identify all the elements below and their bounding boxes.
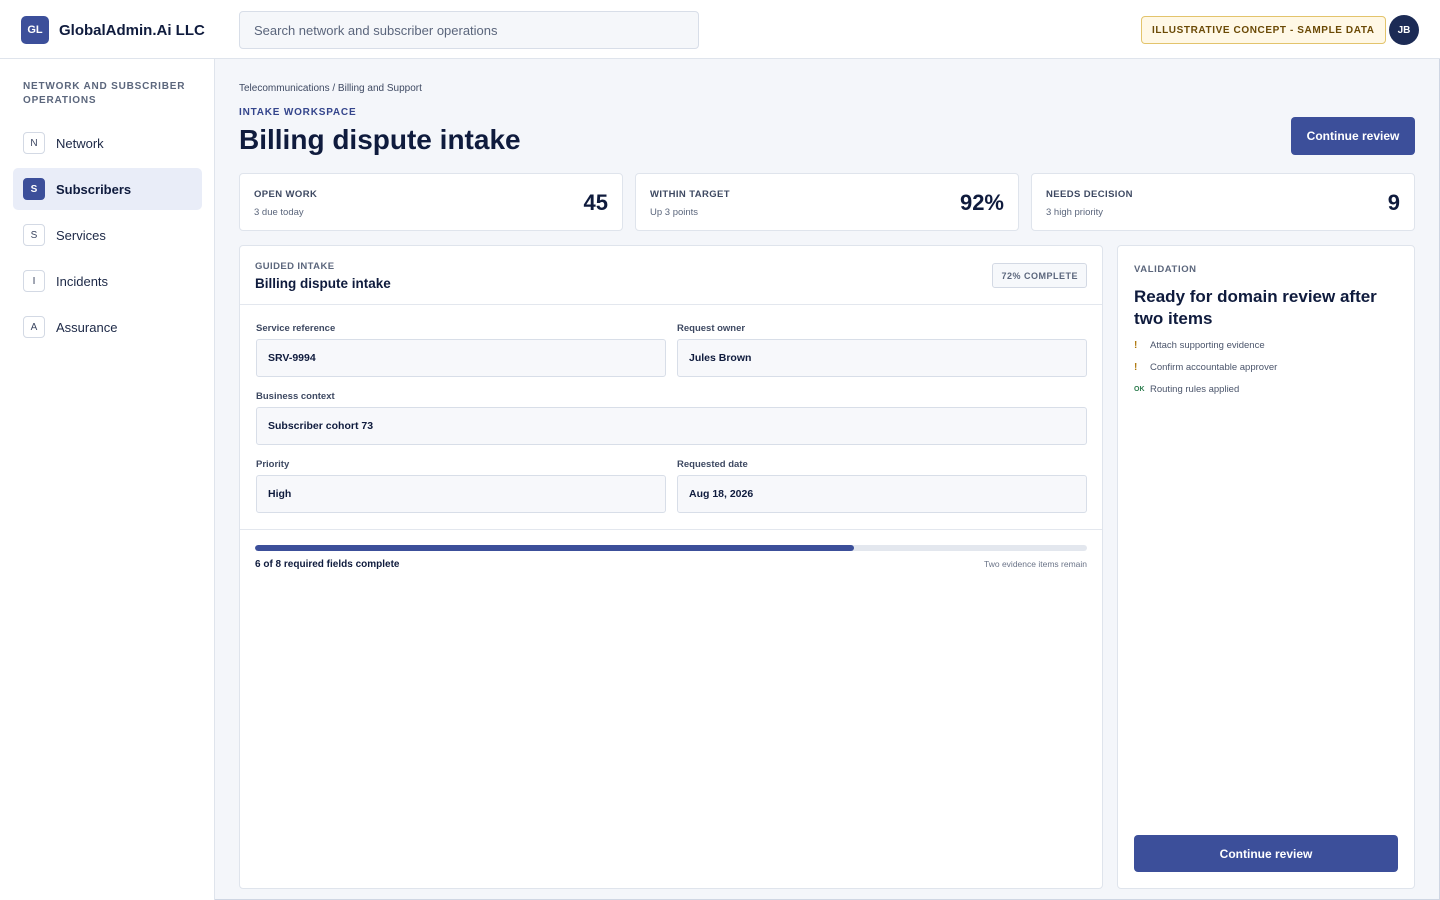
search-input[interactable] bbox=[239, 11, 699, 49]
request-owner-label: Request owner bbox=[677, 323, 746, 334]
check-item: OK Routing rules applied bbox=[1134, 384, 1239, 395]
breadcrumb: Telecommunications / Billing and Support bbox=[239, 83, 422, 94]
sidebar-item-label: Subscribers bbox=[56, 181, 132, 197]
progress-note: Two evidence items remain bbox=[984, 559, 1087, 569]
sidebar-item-label: Incidents bbox=[56, 273, 109, 289]
requested-date-field[interactable] bbox=[677, 475, 1087, 513]
sidebar-item-label: Services bbox=[56, 227, 106, 243]
subscribers-icon: S bbox=[23, 178, 45, 200]
check-label: Confirm accountable approver bbox=[1150, 362, 1278, 373]
sidebar-item-subscribers[interactable]: S Subscribers bbox=[13, 168, 202, 210]
stat-subtext: 3 due today bbox=[254, 207, 304, 218]
business-context-field[interactable] bbox=[256, 407, 1087, 445]
services-icon: S bbox=[23, 224, 45, 246]
concept-badge: ILLUSTRATIVE CONCEPT - SAMPLE DATA bbox=[1141, 16, 1386, 44]
sidebar-heading: NETWORK AND SUBSCRIBER OPERATIONS bbox=[23, 81, 186, 106]
check-item: ! Confirm accountable approver bbox=[1134, 362, 1277, 373]
progress-fill bbox=[255, 545, 855, 551]
warning-icon: ! bbox=[1134, 340, 1138, 351]
page-title: Billing dispute intake bbox=[239, 124, 521, 155]
check-label: Routing rules applied bbox=[1150, 384, 1240, 395]
business-context-label: Business context bbox=[256, 391, 335, 402]
continue-review-button[interactable]: Continue review bbox=[1291, 117, 1415, 155]
stat-card-needs-decision: NEEDS DECISION 3 high priority 9 bbox=[1031, 173, 1415, 231]
avatar[interactable]: JB bbox=[1389, 15, 1419, 45]
validation-title: Ready for domain review after two items bbox=[1134, 287, 1377, 328]
sidebar-item-assurance[interactable]: A Assurance bbox=[13, 306, 202, 348]
assurance-icon: A bbox=[23, 316, 45, 338]
stat-value: 45 bbox=[583, 190, 608, 215]
request-owner-field[interactable] bbox=[677, 339, 1087, 377]
stat-card-within-target: WITHIN TARGET Up 3 points 92% bbox=[635, 173, 1019, 231]
continue-review-button[interactable]: Continue review bbox=[1134, 835, 1398, 872]
priority-label: Priority bbox=[256, 459, 290, 470]
brand[interactable]: GL GlobalAdmin.Ai LLC bbox=[21, 16, 205, 44]
divider bbox=[240, 529, 1102, 530]
stat-label: NEEDS DECISION bbox=[1046, 189, 1133, 200]
progress-bar bbox=[255, 545, 1087, 551]
stat-label: WITHIN TARGET bbox=[650, 189, 730, 200]
warning-icon: ! bbox=[1134, 362, 1138, 373]
stat-value: 92% bbox=[959, 190, 1004, 215]
sidebar-item-label: Network bbox=[56, 135, 104, 151]
validation-panel: VALIDATION Ready for domain review after… bbox=[1117, 245, 1415, 889]
sidebar-item-incidents[interactable]: I Incidents bbox=[13, 260, 202, 302]
brand-logo: GL bbox=[21, 16, 49, 44]
service-reference-label: Service reference bbox=[256, 323, 336, 334]
check-label: Attach supporting evidence bbox=[1150, 340, 1265, 351]
intake-header: GUIDED INTAKE Billing dispute intake 72%… bbox=[240, 246, 1102, 305]
requested-date-label: Requested date bbox=[677, 459, 748, 470]
ok-icon: OK bbox=[1134, 386, 1145, 393]
top-bar: GL GlobalAdmin.Ai LLC ILLUSTRATIVE CONCE… bbox=[0, 0, 1440, 59]
page-eyebrow: INTAKE WORKSPACE bbox=[239, 107, 357, 118]
sidebar-item-services[interactable]: S Services bbox=[13, 214, 202, 256]
intake-title: Billing dispute intake bbox=[255, 276, 391, 291]
priority-field[interactable] bbox=[256, 475, 666, 513]
completion-badge: 72% COMPLETE bbox=[992, 263, 1087, 288]
sidebar: NETWORK AND SUBSCRIBER OPERATIONS N Netw… bbox=[0, 59, 215, 900]
stat-value: 9 bbox=[1387, 190, 1400, 215]
intake-eyebrow: GUIDED INTAKE bbox=[255, 261, 335, 272]
stat-subtext: 3 high priority bbox=[1046, 207, 1104, 218]
sidebar-item-network[interactable]: N Network bbox=[13, 122, 202, 164]
progress-text: 6 of 8 required fields complete bbox=[255, 559, 400, 570]
stat-card-open-work: OPEN WORK 3 due today 45 bbox=[239, 173, 623, 231]
intake-card: GUIDED INTAKE Billing dispute intake 72%… bbox=[239, 245, 1103, 889]
check-item: ! Attach supporting evidence bbox=[1134, 340, 1265, 351]
service-reference-field[interactable] bbox=[256, 339, 666, 377]
stat-label: OPEN WORK bbox=[254, 189, 318, 200]
network-icon: N bbox=[23, 132, 45, 154]
sidebar-item-label: Assurance bbox=[56, 319, 118, 335]
stat-subtext: Up 3 points bbox=[650, 207, 699, 218]
brand-name: GlobalAdmin.Ai LLC bbox=[59, 21, 205, 39]
incidents-icon: I bbox=[23, 270, 45, 292]
validation-eyebrow: VALIDATION bbox=[1134, 264, 1197, 275]
